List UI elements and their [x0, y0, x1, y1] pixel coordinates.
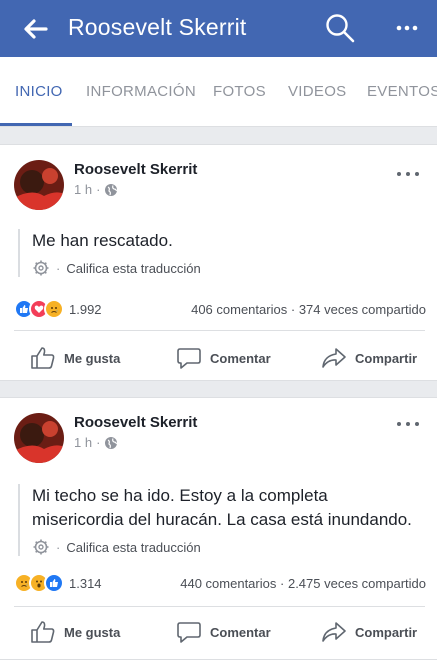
globe-icon: [105, 436, 118, 449]
tab-inicio[interactable]: INICIO: [15, 83, 63, 100]
comment-button[interactable]: Comentar: [176, 620, 271, 644]
like-button[interactable]: Me gusta: [30, 620, 120, 644]
post-author[interactable]: Roosevelt Skerrit: [74, 414, 197, 431]
comment-icon: [177, 622, 201, 643]
translated-content: Me han rescatado. · Califica esta traduc…: [18, 229, 418, 277]
comment-label: Comentar: [210, 350, 271, 366]
post-options-icon[interactable]: [396, 169, 420, 179]
divider: [14, 330, 425, 331]
tab-videos[interactable]: VIDEOS: [288, 83, 346, 100]
reaction-count: 1.992: [69, 301, 102, 317]
gear-icon: [33, 539, 49, 555]
comment-count[interactable]: 440 comentarios: [180, 576, 276, 591]
page-title: Roosevelt Skerrit: [68, 14, 247, 40]
rate-translation-row[interactable]: · Califica esta traducción: [32, 538, 418, 556]
gear-icon: [33, 260, 49, 276]
comment-button[interactable]: Comentar: [176, 346, 271, 370]
like-icon: [44, 573, 64, 593]
share-button[interactable]: Compartir: [321, 620, 417, 644]
share-icon: [322, 622, 346, 642]
page-tabs: INICIO INFORMACIÓN FOTOS VIDEOS EVENTOS: [0, 57, 437, 127]
share-label: Compartir: [355, 624, 418, 640]
reactions-summary[interactable]: 1.314: [14, 573, 102, 593]
search-icon[interactable]: [325, 13, 355, 43]
post-meta: 1 h ·: [74, 435, 118, 450]
more-icon[interactable]: [396, 18, 418, 38]
post-text: Mi techo se ha ido. Estoy a la completa …: [32, 486, 412, 529]
divider: [14, 606, 425, 607]
share-button[interactable]: Compartir: [321, 346, 417, 370]
reaction-count: 1.314: [69, 575, 102, 591]
rate-translation-link[interactable]: Califica esta traducción: [66, 540, 200, 555]
tab-fotos[interactable]: FOTOS: [213, 83, 266, 100]
post-options-icon[interactable]: [396, 419, 420, 429]
thumbs-up-icon: [31, 347, 55, 369]
rate-translation-link[interactable]: Califica esta traducción: [66, 261, 200, 276]
reactions-summary[interactable]: 1.992: [14, 299, 102, 319]
globe-icon: [105, 183, 118, 196]
post-stats: 440 comentarios · 2.475 veces compartido: [180, 576, 426, 591]
top-bar: Roosevelt Skerrit: [0, 0, 437, 57]
rate-translation-row[interactable]: · Califica esta traducción: [32, 259, 418, 277]
share-label: Compartir: [355, 350, 418, 366]
stats-dot: ·: [290, 302, 296, 317]
rate-dot: ·: [56, 539, 61, 555]
back-arrow-icon[interactable]: [22, 16, 48, 42]
avatar[interactable]: [14, 413, 64, 463]
active-tab-indicator: [0, 123, 72, 126]
stats-dot: ·: [280, 576, 285, 591]
translated-content: Mi techo se ha ido. Estoy a la completa …: [18, 484, 418, 556]
share-count[interactable]: 374 veces compartido: [299, 302, 426, 317]
comment-label: Comentar: [210, 624, 271, 640]
meta-separator: ·: [96, 435, 101, 450]
tab-eventos[interactable]: EVENTOS: [367, 83, 437, 100]
tab-informacion[interactable]: INFORMACIÓN: [86, 83, 196, 100]
post-time[interactable]: 1 h: [74, 182, 92, 197]
rate-dot: ·: [56, 260, 61, 276]
meta-separator: ·: [96, 182, 101, 197]
comment-icon: [177, 348, 201, 369]
share-icon: [322, 348, 346, 368]
post-text: Me han rescatado.: [32, 231, 173, 250]
thumbs-up-icon: [31, 621, 55, 643]
avatar[interactable]: [14, 160, 64, 210]
like-label: Me gusta: [64, 624, 121, 640]
post-card: Roosevelt Skerrit 1 h · Me han rescatado…: [0, 144, 437, 381]
post-time[interactable]: 1 h: [74, 435, 92, 450]
post-card: Roosevelt Skerrit 1 h · Mi techo se ha i…: [0, 397, 437, 660]
like-button[interactable]: Me gusta: [30, 346, 120, 370]
share-count[interactable]: 2.475 veces compartido: [288, 576, 426, 591]
post-meta: 1 h ·: [74, 182, 118, 197]
sad-icon: [44, 299, 64, 319]
like-label: Me gusta: [64, 350, 121, 366]
comment-count[interactable]: 406 comentarios: [191, 302, 287, 317]
post-author[interactable]: Roosevelt Skerrit: [74, 161, 197, 178]
post-stats: 406 comentarios · 374 veces compartido: [191, 302, 426, 317]
